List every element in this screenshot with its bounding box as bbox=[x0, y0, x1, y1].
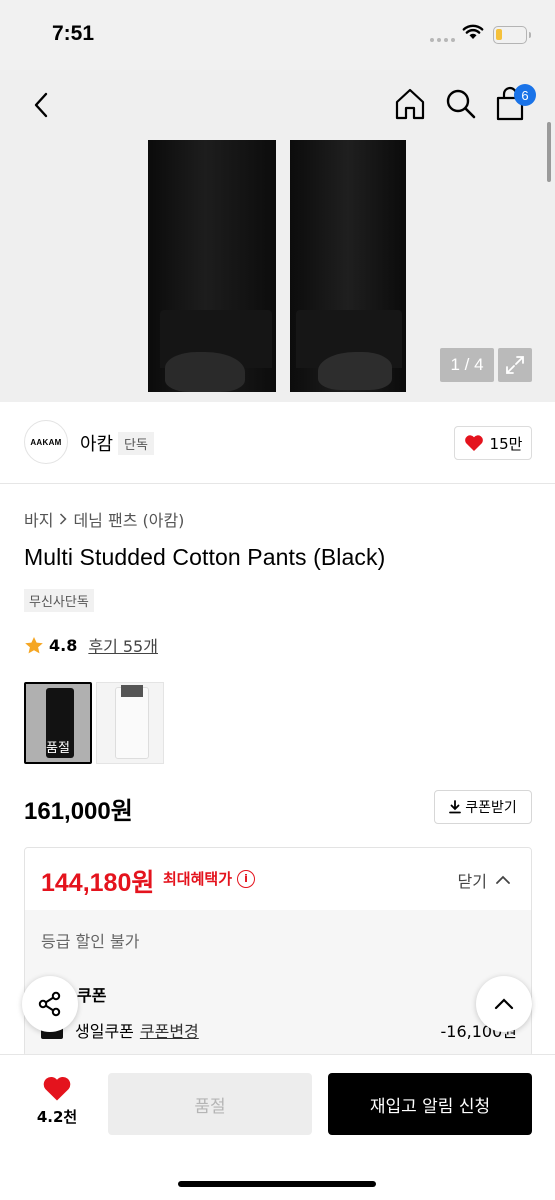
battery-icon bbox=[493, 26, 531, 44]
home-icon bbox=[395, 88, 425, 120]
coupon-name: 생일쿠폰 bbox=[75, 1022, 134, 1041]
wishlist-button[interactable]: 4.2천 bbox=[22, 1075, 92, 1141]
color-options: 품절 bbox=[24, 682, 164, 764]
status-bar: 7:51 bbox=[0, 0, 555, 70]
best-price-label: 최대혜택가 i bbox=[163, 868, 256, 889]
search-icon bbox=[446, 89, 476, 119]
breadcrumb: 바지 데님 팬츠 (아캄) bbox=[24, 507, 184, 531]
expand-image-button[interactable] bbox=[498, 348, 532, 382]
download-icon bbox=[449, 800, 462, 814]
share-icon bbox=[38, 991, 61, 1017]
image-counter: 1 / 4 bbox=[440, 348, 494, 382]
wifi-icon bbox=[462, 24, 484, 39]
brand-row: AAKAM 아캄 단독 15만 bbox=[0, 402, 555, 484]
chevron-up-icon bbox=[494, 998, 514, 1010]
shoe-left bbox=[165, 352, 245, 392]
soldout-button: 품절 bbox=[108, 1073, 312, 1135]
scroll-top-button[interactable] bbox=[476, 976, 532, 1032]
rating-value: 4.8 bbox=[49, 635, 78, 655]
cart-button[interactable]: 6 bbox=[494, 84, 536, 122]
coupon-row: 생일쿠폰 쿠폰변경 -16,100원 bbox=[41, 1018, 517, 1042]
home-indicator bbox=[178, 1181, 376, 1187]
info-icon[interactable]: i bbox=[237, 869, 256, 888]
review-link[interactable]: 후기 55개 bbox=[88, 633, 158, 657]
signal-icon bbox=[430, 38, 455, 42]
benefit-header[interactable]: 144,180원 최대혜택가 i 닫기 bbox=[25, 848, 531, 910]
rating-row: 4.8 후기 55개 bbox=[24, 633, 158, 657]
collapse-label: 닫기 bbox=[457, 872, 487, 891]
coupon-download-label: 쿠폰받기 bbox=[465, 800, 517, 816]
restock-alert-button[interactable]: 재입고 알림 신청 bbox=[328, 1073, 532, 1135]
brand-exclusive-tag: 단독 bbox=[118, 432, 154, 455]
shoe-right bbox=[318, 352, 392, 390]
search-button[interactable] bbox=[444, 86, 478, 122]
status-time: 7:51 bbox=[52, 22, 95, 45]
brand-like-button[interactable]: 15만 bbox=[454, 426, 532, 460]
wishlist-count: 4.2천 bbox=[36, 1108, 78, 1126]
thumb-image bbox=[115, 685, 149, 759]
color-option-white[interactable] bbox=[96, 682, 164, 764]
brand-name[interactable]: 아캄 bbox=[80, 430, 113, 456]
chevron-right-icon bbox=[59, 510, 68, 529]
share-button[interactable] bbox=[22, 976, 78, 1032]
expand-icon bbox=[506, 356, 524, 374]
star-icon bbox=[25, 636, 43, 653]
bottom-action-bar: 4.2천 품절 재입고 알림 신청 bbox=[0, 1054, 555, 1200]
cart-count-badge: 6 bbox=[514, 84, 536, 106]
heart-icon bbox=[464, 435, 483, 451]
soldout-label: 품절 bbox=[46, 741, 70, 756]
best-price: 144,180원 bbox=[41, 869, 155, 897]
home-button[interactable] bbox=[392, 86, 428, 122]
breadcrumb-category[interactable]: 바지 bbox=[24, 507, 53, 531]
brand-like-count: 15만 bbox=[489, 434, 523, 453]
exclusive-tag: 무신사단독 bbox=[24, 589, 94, 612]
coupon-download-button[interactable]: 쿠폰받기 bbox=[434, 790, 532, 824]
chevron-up-icon bbox=[496, 875, 510, 884]
coupon-change-link[interactable]: 쿠폰변경 bbox=[140, 1018, 199, 1042]
brand-logo[interactable]: AAKAM bbox=[24, 420, 68, 464]
product-title: Multi Studded Cotton Pants (Black) bbox=[24, 544, 386, 570]
scrollbar[interactable] bbox=[547, 122, 551, 182]
chevron-left-icon bbox=[34, 92, 48, 118]
color-option-black[interactable]: 품절 bbox=[24, 682, 92, 764]
benefit-body: 등급 할인 불가 쿠폰 생일쿠폰 쿠폰변경 -16,100원 bbox=[25, 910, 531, 1056]
heart-icon bbox=[43, 1076, 71, 1101]
coupon-heading: 쿠폰 bbox=[77, 986, 107, 1005]
breadcrumb-subcategory[interactable]: 데님 팬츠 (아캄) bbox=[73, 507, 184, 531]
back-button[interactable] bbox=[24, 88, 58, 122]
grade-discount-note: 등급 할인 불가 bbox=[41, 932, 140, 951]
product-price: 161,000원 bbox=[24, 798, 133, 825]
best-price-label-text: 최대혜택가 bbox=[163, 870, 233, 888]
collapse-toggle[interactable]: 닫기 bbox=[458, 868, 511, 892]
benefit-panel: 144,180원 최대혜택가 i 닫기 등급 할인 불가 쿠폰 생일쿠폰 쿠폰변… bbox=[24, 847, 532, 1057]
